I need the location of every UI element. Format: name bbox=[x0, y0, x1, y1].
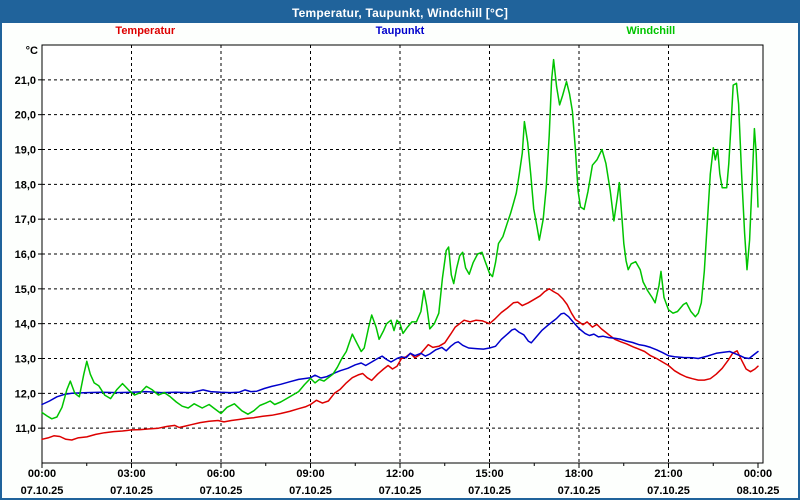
svg-text:12:00: 12:00 bbox=[386, 468, 414, 480]
svg-text:07.10.25: 07.10.25 bbox=[379, 485, 422, 497]
svg-text:15,0: 15,0 bbox=[15, 284, 36, 296]
svg-text:07.10.25: 07.10.25 bbox=[558, 485, 601, 497]
svg-text:03:00: 03:00 bbox=[117, 468, 145, 480]
svg-text:12,0: 12,0 bbox=[15, 388, 36, 400]
svg-text:20,0: 20,0 bbox=[15, 110, 36, 122]
svg-text:07.10.25: 07.10.25 bbox=[21, 485, 64, 497]
svg-text:18:00: 18:00 bbox=[565, 468, 593, 480]
svg-text:00:00: 00:00 bbox=[28, 468, 56, 480]
svg-text:07.10.25: 07.10.25 bbox=[200, 485, 243, 497]
svg-text:17,0: 17,0 bbox=[15, 214, 36, 226]
svg-text:09:00: 09:00 bbox=[296, 468, 324, 480]
chart-window: Temperatur, Taupunkt, Windchill [°C] Tem… bbox=[0, 0, 800, 500]
svg-text:21,0: 21,0 bbox=[15, 75, 36, 87]
svg-text:°C: °C bbox=[26, 45, 38, 57]
svg-text:16,0: 16,0 bbox=[15, 249, 36, 261]
svg-text:07.10.25: 07.10.25 bbox=[647, 485, 690, 497]
svg-text:07.10.25: 07.10.25 bbox=[468, 485, 511, 497]
svg-text:08.10.25: 08.10.25 bbox=[737, 485, 780, 497]
svg-text:18,0: 18,0 bbox=[15, 179, 36, 191]
svg-text:15:00: 15:00 bbox=[475, 468, 503, 480]
svg-text:19,0: 19,0 bbox=[15, 145, 36, 157]
svg-text:00:00: 00:00 bbox=[744, 468, 772, 480]
svg-text:06:00: 06:00 bbox=[207, 468, 235, 480]
plot-area[interactable]: 11,0 12,0 13,0 14,0 15,0 16,0 17,0 18,0 19,0 20,0… bbox=[2, 2, 800, 500]
svg-text:14,0: 14,0 bbox=[15, 319, 36, 331]
svg-text:07.10.25: 07.10.25 bbox=[110, 485, 153, 497]
svg-text:13,0: 13,0 bbox=[15, 354, 36, 366]
svg-text:21:00: 21:00 bbox=[654, 468, 682, 480]
svg-text:07.10.25: 07.10.25 bbox=[289, 485, 332, 497]
svg-text:11,0: 11,0 bbox=[15, 423, 36, 435]
